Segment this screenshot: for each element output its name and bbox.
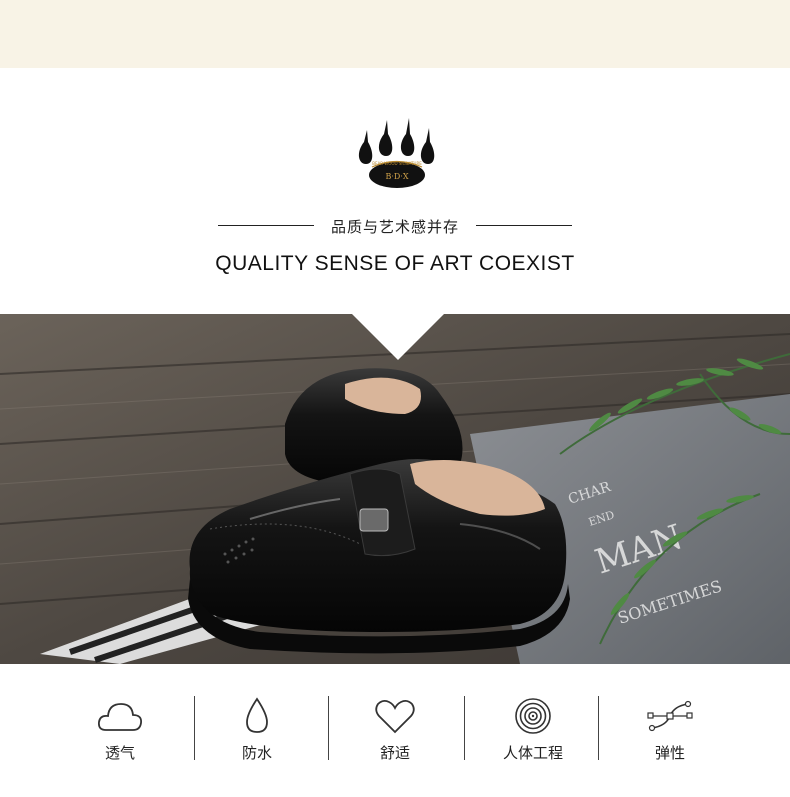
feature-divider	[328, 696, 329, 760]
tagline-left-rule	[218, 225, 314, 226]
feature-breathable: 透气	[60, 686, 180, 770]
water-drop-icon	[246, 697, 268, 733]
tagline-cn: 品质与艺术感并存	[330, 218, 459, 236]
feature-comfort: 舒适	[335, 686, 455, 770]
tagline-row: 品质与艺术感并存	[218, 212, 572, 240]
feature-ergonomic: 人体工程	[473, 686, 593, 770]
logo-arc-text: BEAR WOOD SIGNATURE	[372, 161, 422, 166]
cloud-icon	[97, 703, 142, 731]
feature-label: 人体工程	[502, 744, 563, 762]
brand-logo: B·D·X BEAR WOOD SIGNATURE	[350, 112, 440, 190]
feature-label: 弹性	[654, 744, 685, 762]
tagline-right-rule	[476, 225, 572, 226]
fingerprint-icon	[515, 698, 551, 734]
feature-divider	[464, 696, 465, 760]
feature-label: 防水	[241, 744, 272, 762]
logo-monogram: B·D·X	[385, 172, 408, 181]
feature-divider	[194, 696, 195, 760]
feature-elastic: 弹性	[610, 686, 730, 770]
product-photo: CHAR END MAN SOMETIMES	[0, 314, 790, 664]
page-headline: QUALITY SENSE OF ART COEXIST	[215, 252, 575, 275]
feature-label: 透气	[104, 744, 135, 762]
top-banner	[0, 0, 790, 68]
bezier-curve-icon	[647, 700, 693, 732]
feature-waterproof: 防水	[197, 686, 317, 770]
feature-row: 透气 防水 舒适 人体工程 弹性	[60, 686, 740, 770]
photo-notch	[352, 314, 444, 360]
heart-icon	[375, 699, 415, 734]
feature-divider	[598, 696, 599, 760]
feature-label: 舒适	[379, 744, 410, 762]
